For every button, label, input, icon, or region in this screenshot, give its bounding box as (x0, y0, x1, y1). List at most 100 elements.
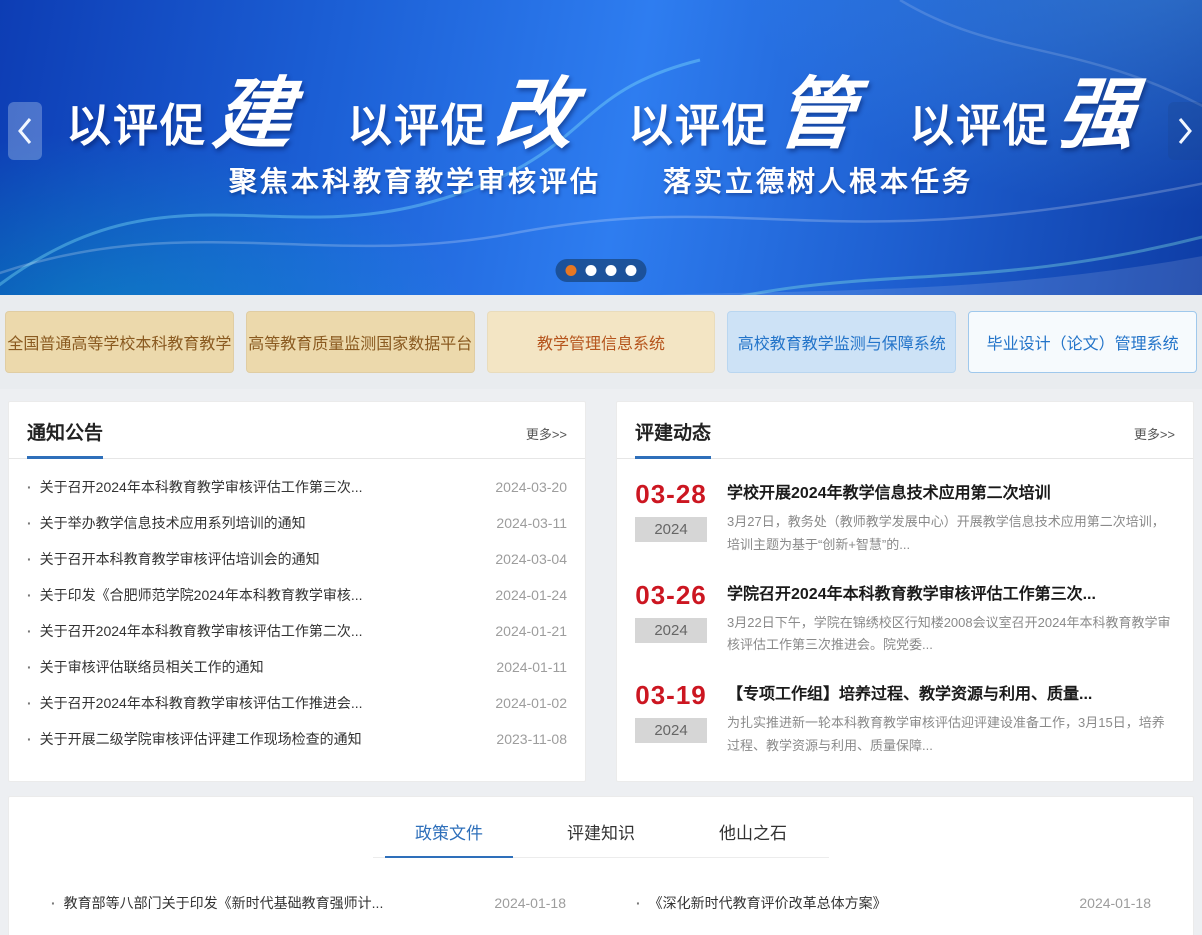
carousel-dot-1[interactable] (566, 265, 577, 276)
slogan-accent: 建 (209, 52, 299, 164)
chevron-right-icon (1177, 117, 1193, 145)
hero-carousel: 以评促 建 以评促 改 以评促 管 以评促 强 聚焦本科教育教学审核评估 落实立… (0, 0, 1202, 295)
news-item[interactable]: 03-28 2024 学校开展2024年教学信息技术应用第二次培训 3月27日，… (635, 479, 1175, 557)
slogan-accent: 管 (771, 52, 861, 164)
policy-section: 政策文件 评建知识 他山之石 教育部等八部门关于印发《新时代基础教育强师计...… (8, 796, 1194, 935)
notice-title: 关于印发《合肥师范学院2024年本科教育教学审核... (40, 585, 363, 605)
news-header: 评建动态 更多>> (617, 402, 1193, 459)
notices-list: 关于召开2024年本科教育教学审核评估工作第三次... 2024-03-20 关… (9, 459, 585, 763)
quick-link-national-undergrad-teaching[interactable]: 全国普通高等学校本科教育教学 (5, 311, 234, 373)
notice-title: 关于召开2024年本科教育教学审核评估工作第三次... (40, 477, 363, 497)
news-more-link[interactable]: 更多>> (1134, 424, 1175, 458)
news-panel: 评建动态 更多>> 03-28 2024 学校开展2024年教学信息技术应用第二… (616, 401, 1194, 782)
tab-other-references[interactable]: 他山之石 (689, 819, 817, 858)
news-year: 2024 (635, 517, 707, 542)
news-item-desc: 为扎实推进新一轮本科教育教学审核评估迎评建设准备工作，3月15日，培养过程、教学… (727, 712, 1175, 758)
news-year: 2024 (635, 718, 707, 743)
policy-tabs-wrap: 政策文件 评建知识 他山之石 (9, 797, 1193, 858)
news-date-block: 03-19 2024 (635, 680, 707, 758)
notices-header: 通知公告 更多>> (9, 402, 585, 459)
slogan-prefix: 以评促 (66, 89, 207, 154)
notice-item[interactable]: 关于召开本科教育教学审核评估培训会的通知 2024-03-04 (27, 541, 567, 577)
notice-date: 2024-01-11 (484, 659, 567, 675)
main-content: 通知公告 更多>> 关于召开2024年本科教育教学审核评估工作第三次... 20… (0, 389, 1202, 782)
carousel-dots (556, 259, 647, 282)
news-item[interactable]: 03-26 2024 学院召开2024年本科教育教学审核评估工作第三次... 3… (635, 580, 1175, 658)
news-item-desc: 3月22日下午，学院在锦绣校区行知楼2008会议室召开2024年本科教育教学审核… (727, 612, 1175, 658)
notice-title: 关于举办教学信息技术应用系列培训的通知 (40, 513, 306, 533)
news-body: 学院召开2024年本科教育教学审核评估工作第三次... 3月22日下午，学院在锦… (727, 580, 1175, 658)
notice-item[interactable]: 关于开展二级学院审核评估评建工作现场检查的通知 2023-11-08 (27, 721, 567, 757)
policy-items: 教育部等八部门关于印发《新时代基础教育强师计... 2024-01-18 《深化… (9, 858, 1193, 918)
news-date-block: 03-26 2024 (635, 580, 707, 658)
notice-title: 关于召开本科教育教学审核评估培训会的通知 (40, 549, 320, 569)
notice-date: 2024-03-11 (484, 515, 567, 531)
policy-item[interactable]: 教育部等八部门关于印发《新时代基础教育强师计... 2024-01-18 (51, 888, 566, 918)
notice-date: 2024-03-04 (483, 551, 567, 567)
slogan-prefix: 以评促 (347, 89, 488, 154)
notice-date: 2024-01-21 (483, 623, 567, 639)
carousel-next-button[interactable] (1168, 102, 1202, 160)
carousel-prev-button[interactable] (8, 102, 42, 160)
tab-evaluation-knowledge[interactable]: 评建知识 (537, 819, 665, 858)
policy-column-left: 教育部等八部门关于印发《新时代基础教育强师计... 2024-01-18 (51, 888, 566, 918)
news-item-title: 【专项工作组】培养过程、教学资源与利用、质量... (727, 680, 1175, 704)
carousel-dot-3[interactable] (606, 265, 617, 276)
news-item-desc: 3月27日，教务处（教师教学发展中心）开展教学信息技术应用第二次培训，培训主题为… (727, 511, 1175, 557)
slogan-prefix: 以评促 (909, 89, 1050, 154)
news-date-block: 03-28 2024 (635, 479, 707, 557)
quick-link-quality-monitor-platform[interactable]: 高等教育质量监测国家数据平台 (246, 311, 475, 373)
news-title: 评建动态 (635, 418, 711, 458)
notice-item[interactable]: 关于召开2024年本科教育教学审核评估工作第二次... 2024-01-21 (27, 613, 567, 649)
news-list: 03-28 2024 学校开展2024年教学信息技术应用第二次培训 3月27日，… (617, 459, 1193, 758)
quick-links-bar: 全国普通高等学校本科教育教学 高等教育质量监测国家数据平台 教学管理信息系统 高… (0, 295, 1202, 389)
notices-title: 通知公告 (27, 418, 103, 458)
policy-item-title: 教育部等八部门关于印发《新时代基础教育强师计... (64, 893, 384, 913)
slogan-accent: 强 (1052, 52, 1142, 164)
notice-date: 2024-03-20 (483, 479, 567, 495)
notice-title: 关于召开2024年本科教育教学审核评估工作第二次... (40, 621, 363, 641)
carousel-dot-4[interactable] (626, 265, 637, 276)
notice-item[interactable]: 关于印发《合肥师范学院2024年本科教育教学审核... 2024-01-24 (27, 577, 567, 613)
policy-item-date: 2024-01-18 (1067, 895, 1151, 911)
quick-link-thesis-management[interactable]: 毕业设计（论文）管理系统 (968, 311, 1197, 373)
notice-date: 2024-01-24 (483, 587, 567, 603)
notice-title: 关于审核评估联络员相关工作的通知 (40, 657, 264, 677)
notice-item[interactable]: 关于召开2024年本科教育教学审核评估工作第三次... 2024-03-20 (27, 469, 567, 505)
news-item[interactable]: 03-19 2024 【专项工作组】培养过程、教学资源与利用、质量... 为扎实… (635, 680, 1175, 758)
notices-more-link[interactable]: 更多>> (526, 424, 567, 458)
banner-slogan: 以评促 建 以评促 改 以评促 管 以评促 强 (0, 52, 1202, 164)
notice-title: 关于召开2024年本科教育教学审核评估工作推进会... (40, 693, 363, 713)
slogan-prefix: 以评促 (628, 89, 769, 154)
slogan-phrase: 以评促 强 (909, 52, 1136, 164)
policy-item[interactable]: 《深化新时代教育评价改革总体方案》 2024-01-18 (636, 888, 1151, 918)
notice-date: 2024-01-02 (483, 695, 567, 711)
quick-link-monitor-guarantee-system[interactable]: 高校教育教学监测与保障系统 (727, 311, 956, 373)
slogan-phrase: 以评促 改 (347, 52, 574, 164)
page: 以评促 建 以评促 改 以评促 管 以评促 强 聚焦本科教育教学审核评估 落实立… (0, 0, 1202, 935)
policy-tabs: 政策文件 评建知识 他山之石 (373, 819, 829, 858)
notice-item[interactable]: 关于审核评估联络员相关工作的通知 2024-01-11 (27, 649, 567, 685)
policy-item-title: 《深化新时代教育评价改革总体方案》 (649, 893, 887, 913)
notice-item[interactable]: 关于举办教学信息技术应用系列培训的通知 2024-03-11 (27, 505, 567, 541)
slogan-accent: 改 (490, 52, 580, 164)
notice-date: 2023-11-08 (484, 731, 567, 747)
banner-subtitle: 聚焦本科教育教学审核评估 落实立德树人根本任务 (0, 160, 1202, 200)
slogan-phrase: 以评促 管 (628, 52, 855, 164)
news-body: 【专项工作组】培养过程、教学资源与利用、质量... 为扎实推进新一轮本科教育教学… (727, 680, 1175, 758)
news-item-title: 学院召开2024年本科教育教学审核评估工作第三次... (727, 580, 1175, 604)
news-day: 03-28 (635, 479, 707, 510)
notice-item[interactable]: 关于召开2024年本科教育教学审核评估工作推进会... 2024-01-02 (27, 685, 567, 721)
policy-column-right: 《深化新时代教育评价改革总体方案》 2024-01-18 (636, 888, 1151, 918)
quick-link-teaching-mis[interactable]: 教学管理信息系统 (487, 311, 716, 373)
carousel-dot-2[interactable] (586, 265, 597, 276)
chevron-left-icon (17, 117, 33, 145)
notices-panel: 通知公告 更多>> 关于召开2024年本科教育教学审核评估工作第三次... 20… (8, 401, 586, 782)
tab-policy-documents[interactable]: 政策文件 (385, 819, 513, 858)
news-day: 03-26 (635, 580, 707, 611)
news-day: 03-19 (635, 680, 707, 711)
slogan-phrase: 以评促 建 (66, 52, 293, 164)
news-year: 2024 (635, 618, 707, 643)
policy-item-date: 2024-01-18 (482, 895, 566, 911)
notice-title: 关于开展二级学院审核评估评建工作现场检查的通知 (40, 729, 362, 749)
